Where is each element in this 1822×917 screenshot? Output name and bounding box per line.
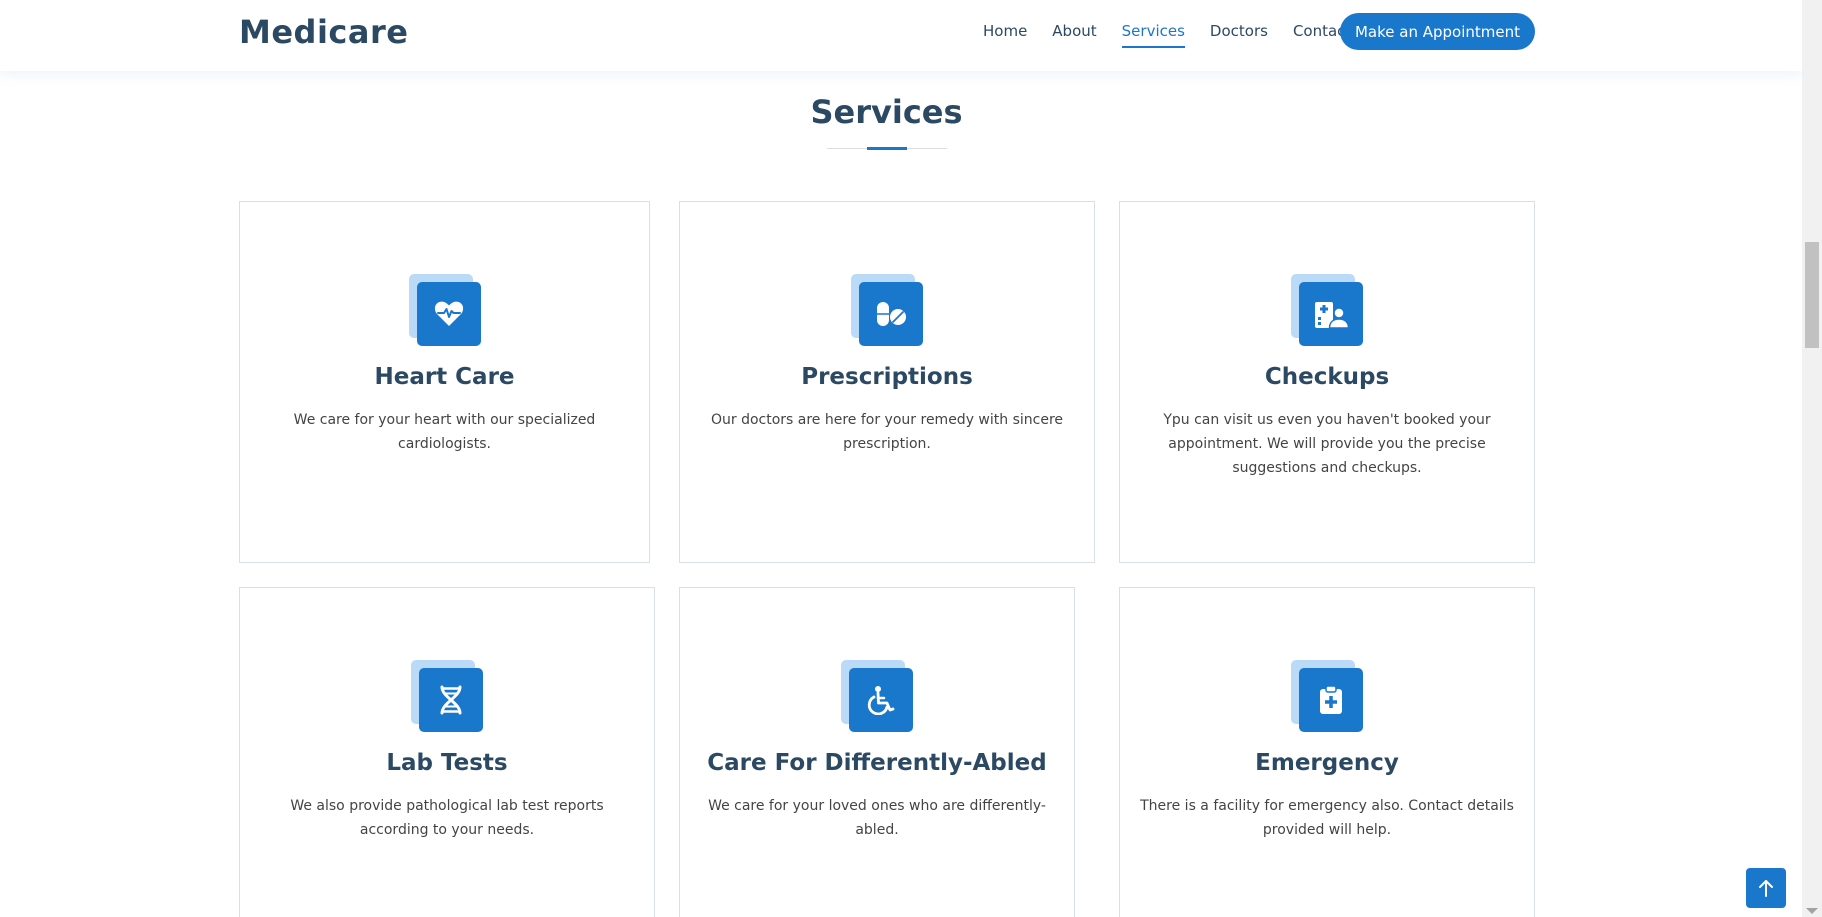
service-card-prescriptions: Prescriptions Our doctors are here for y… [679,201,1095,563]
hospital-user-icon [1299,282,1363,346]
service-icon-box [408,274,481,346]
service-icon-box [1291,660,1363,732]
service-title[interactable]: Prescriptions [698,362,1076,392]
service-description: Ypu can visit us even you haven't booked… [1163,412,1491,476]
site-header: Medicare Home About Services Doctors Con… [0,0,1802,71]
scroll-down-arrow-icon[interactable] [1806,908,1818,914]
arrow-up-icon [1759,880,1773,897]
heart-pulse-icon [416,282,481,346]
scrollbar-thumb[interactable] [1805,242,1819,348]
medical-clipboard-icon [1299,668,1363,732]
section-heading: Services [810,93,963,131]
service-icon-box [851,274,923,346]
nav-about[interactable]: About [1052,19,1096,43]
service-card-differently-abled: Care For Differently-Abled We care for y… [679,587,1075,917]
service-card-checkups: Checkups Ypu can visit us even you haven… [1119,201,1535,563]
dna-icon [419,668,483,732]
page: Medicare Home About Services Doctors Con… [0,0,1822,917]
main-nav: Home About Services Doctors Contact [983,0,1376,62]
service-description: We also provide pathological lab test re… [290,798,604,838]
wheelchair-icon [849,668,913,732]
site-logo[interactable]: Medicare [239,10,408,54]
service-card-heart-care: Heart Care We care for your heart with o… [239,201,650,563]
page-scrollbar[interactable] [1802,0,1822,917]
service-title[interactable]: Checkups [1138,362,1516,392]
section-title: Services [0,88,1773,150]
nav-services[interactable]: Services [1121,19,1186,48]
service-title[interactable]: Emergency [1138,748,1516,778]
service-title[interactable]: Care For Differently-Abled [698,748,1056,778]
service-icon-box [841,660,913,732]
service-description: We care for your heart with our speciali… [293,412,596,452]
service-description: We care for your loved ones who are diff… [708,798,1046,838]
service-card-lab-tests: Lab Tests We also provide pathological l… [239,587,655,917]
service-description: There is a facility for emergency also. … [1140,798,1514,838]
service-card-emergency: Emergency There is a facility for emerge… [1119,587,1535,917]
service-title[interactable]: Lab Tests [258,748,636,778]
nav-doctors[interactable]: Doctors [1210,19,1268,43]
title-divider-accent [867,147,907,150]
service-title[interactable]: Heart Care [258,362,631,392]
make-appointment-button[interactable]: Make an Appointment [1340,13,1535,50]
pills-icon [859,282,923,346]
back-to-top-button[interactable] [1746,868,1786,908]
service-icon-box [411,660,483,732]
nav-home[interactable]: Home [983,19,1027,43]
viewport: Medicare Home About Services Doctors Con… [0,0,1802,917]
service-description: Our doctors are here for your remedy wit… [710,412,1064,452]
service-icon-box [1291,274,1363,346]
